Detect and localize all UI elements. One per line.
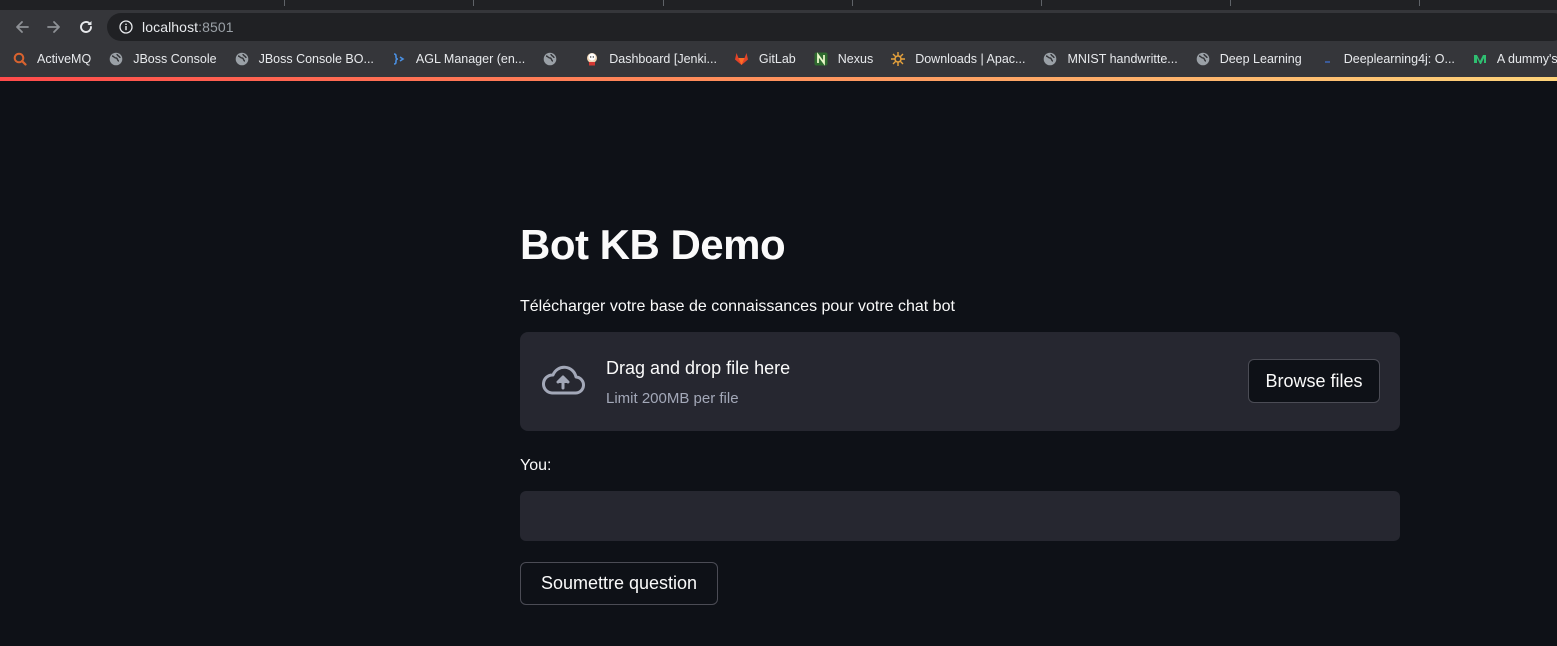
cloud-upload-icon bbox=[542, 365, 585, 395]
activemq-icon bbox=[12, 51, 28, 67]
bookmark-label: JBoss Console bbox=[133, 52, 217, 66]
bookmark-label: Dashboard [Jenki... bbox=[609, 52, 717, 66]
bookmark-activemq[interactable]: ActiveMQ bbox=[12, 51, 91, 67]
bookmark-label: GitLab bbox=[758, 52, 796, 66]
tab-separator bbox=[663, 0, 664, 6]
tab-separator bbox=[852, 0, 853, 6]
tab-separator bbox=[1041, 0, 1042, 6]
bookmark-jboss-console-bo[interactable]: JBoss Console BO... bbox=[234, 51, 374, 67]
tab-separator bbox=[284, 0, 285, 6]
globe-icon bbox=[234, 51, 250, 67]
arrow-right-icon bbox=[47, 21, 60, 33]
bookmark-label: MNIST handwritte... bbox=[1067, 52, 1178, 66]
nexus-icon bbox=[813, 51, 829, 67]
globe-icon bbox=[542, 51, 558, 67]
tab-separator bbox=[1230, 0, 1231, 6]
tab-strip[interactable] bbox=[0, 0, 1557, 10]
page-title: Bot KB Demo bbox=[520, 221, 786, 268]
globe-icon bbox=[1195, 51, 1211, 67]
bookmark-label: Deep Learning bbox=[1219, 52, 1302, 66]
gitlab-icon bbox=[734, 51, 750, 67]
forward-button[interactable] bbox=[42, 15, 66, 39]
bookmark-label: Nexus bbox=[837, 52, 874, 66]
bookmark-agl-manager[interactable]: AGL Manager (en... bbox=[391, 51, 525, 67]
globe-icon bbox=[1042, 51, 1058, 67]
bookmark-nexus[interactable]: Nexus bbox=[813, 51, 873, 67]
bookmark-label: A dummy's guid bbox=[1496, 52, 1557, 66]
browser-chrome: localhost:8501 ActiveMQ JBoss Console JB… bbox=[0, 0, 1557, 81]
arrow-left-icon bbox=[16, 21, 29, 33]
bookmark-deep-learning[interactable]: Deep Learning bbox=[1195, 51, 1302, 67]
bookmark-label: ActiveMQ bbox=[37, 52, 92, 66]
browser-toolbar: localhost:8501 bbox=[0, 10, 1557, 44]
bookmark-jboss-console[interactable]: JBoss Console bbox=[108, 51, 217, 67]
app-main: Bot KB Demo Télécharger votre base de co… bbox=[0, 81, 1557, 646]
bookmark-label: AGL Manager (en... bbox=[415, 52, 526, 66]
url-text[interactable]: localhost:8501 bbox=[142, 19, 234, 35]
bookmark-unnamed[interactable] bbox=[542, 51, 567, 67]
question-input-label: You: bbox=[520, 457, 552, 474]
browse-files-button[interactable]: Browse files bbox=[1248, 359, 1380, 403]
question-input[interactable] bbox=[520, 491, 1400, 541]
reload-icon bbox=[80, 21, 92, 33]
file-dropzone[interactable]: Drag and drop file here Limit 200MB per … bbox=[520, 332, 1400, 431]
url-port: :8501 bbox=[198, 19, 234, 35]
dropzone-size-limit: Limit 200MB per file bbox=[606, 390, 739, 407]
apache-icon bbox=[890, 51, 906, 67]
submit-question-button[interactable]: Soumettre question bbox=[520, 562, 718, 605]
url-host: localhost bbox=[142, 19, 199, 35]
code-bracket-icon bbox=[391, 51, 407, 67]
dl4j-icon bbox=[1319, 51, 1335, 67]
bookmark-label: Deeplearning4j: O... bbox=[1343, 52, 1455, 66]
bookmark-label: JBoss Console BO... bbox=[258, 52, 374, 66]
dropzone-instructions: Drag and drop file here bbox=[606, 358, 791, 378]
jenkins-icon bbox=[584, 51, 600, 67]
bookmark-mnist[interactable]: MNIST handwritte... bbox=[1042, 51, 1178, 67]
bookmark-gitlab[interactable]: GitLab bbox=[734, 51, 796, 67]
globe-icon bbox=[108, 51, 124, 67]
bookmark-apache-downloads[interactable]: Downloads | Apac... bbox=[890, 51, 1025, 67]
file-uploader-label: Télécharger votre base de connaissances … bbox=[520, 298, 955, 315]
address-bar[interactable]: localhost:8501 bbox=[107, 13, 1557, 41]
bookmark-jenkins-dashboard[interactable]: Dashboard [Jenki... bbox=[584, 51, 717, 67]
tab-separator bbox=[1419, 0, 1420, 6]
bookmark-label: Downloads | Apac... bbox=[915, 52, 1026, 66]
medium-icon bbox=[1472, 51, 1488, 67]
site-info-icon[interactable] bbox=[119, 20, 133, 34]
bookmark-dummys-guide[interactable]: A dummy's guid bbox=[1472, 51, 1557, 67]
bookmark-deeplearning4j[interactable]: Deeplearning4j: O... bbox=[1319, 51, 1455, 67]
back-button[interactable] bbox=[10, 15, 34, 39]
tab-separator bbox=[473, 0, 474, 6]
bookmarks-bar: ActiveMQ JBoss Console JBoss Console BO.… bbox=[0, 44, 1557, 74]
reload-button[interactable] bbox=[74, 15, 98, 39]
